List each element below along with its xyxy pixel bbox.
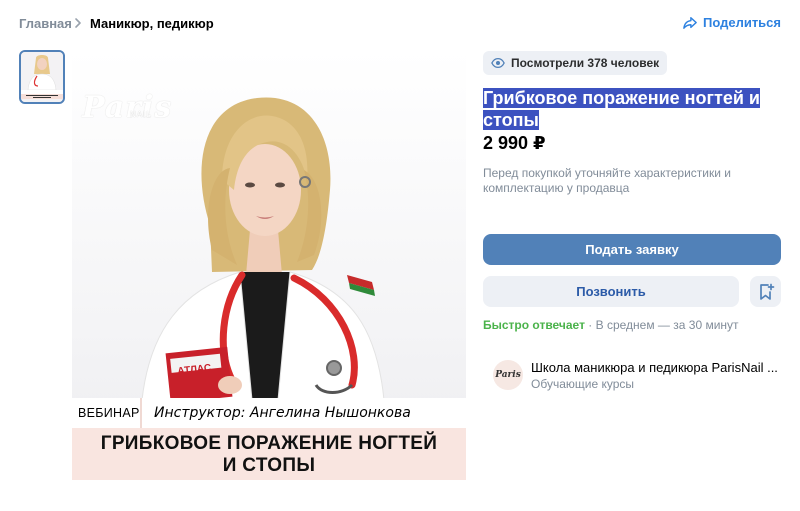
top-bar: Главная Маникюр, педикюр Поделиться	[0, 0, 800, 46]
submit-request-button[interactable]: Подать заявку	[483, 234, 781, 265]
seller-card[interactable]: Paris Школа маникюра и педикюра ParisNai…	[483, 358, 783, 398]
product-thumbnail[interactable]	[19, 50, 65, 104]
views-count: Посмотрели 378 человек	[511, 56, 660, 70]
fast-response-label: Быстро отвечает	[483, 318, 585, 332]
bookmark-add-icon	[759, 283, 774, 300]
product-price: 2 990 ₽	[483, 133, 546, 153]
product-main-image[interactable]: АТЛАС Paris NAIL ВЕБИНАР Инструктор: Анг…	[72, 50, 466, 511]
share-icon	[683, 16, 697, 29]
caption-instructor: Инструктор: Ангелина Нышонкова	[154, 405, 411, 421]
product-title-text: Грибковое поражение ногтей и стопы	[483, 88, 760, 130]
caption-title-line1: ГРИБКОВОЕ ПОРАЖЕНИЕ НОГТЕЙ	[100, 433, 438, 454]
response-time: Быстро отвечает · В среднем — за 30 мину…	[483, 318, 739, 332]
image-bottom-area	[72, 480, 466, 511]
purchase-note: Перед покупкой уточняйте характеристики …	[483, 166, 731, 195]
seller-category: Обучающие курсы	[531, 377, 635, 391]
seller-avatar: Paris	[493, 360, 523, 390]
breadcrumb-current: Маникюр, педикюр	[90, 16, 214, 31]
product-title: Грибковое поражение ногтей и стопы	[483, 87, 783, 131]
eye-icon	[491, 57, 505, 69]
breadcrumb-home[interactable]: Главная	[19, 16, 72, 31]
seller-name[interactable]: Школа маникюра и педикюра ParisNail ...	[531, 360, 778, 375]
avg-response-label: · В среднем — за 30 минут	[584, 318, 739, 332]
image-caption-row: ВЕБИНАР Инструктор: Ангелина Нышонкова	[72, 398, 466, 428]
share-label: Поделиться	[702, 15, 781, 30]
views-badge: Посмотрели 378 человек	[483, 51, 668, 75]
caption-webinar: ВЕБИНАР	[72, 398, 142, 428]
caption-title-line2: И СТОПЫ	[222, 455, 316, 476]
image-caption-title: ГРИБКОВОЕ ПОРАЖЕНИЕ НОГТЕЙ И СТОПЫ	[72, 428, 466, 480]
call-button[interactable]: Позвонить	[483, 276, 739, 307]
bookmark-button[interactable]	[750, 276, 781, 307]
chevron-right-icon	[75, 18, 81, 28]
brand-watermark-sub: NAIL	[130, 110, 152, 119]
thumbnail-image	[21, 52, 63, 102]
brand-watermark: Paris	[82, 90, 173, 125]
share-button[interactable]: Поделиться	[683, 15, 781, 30]
